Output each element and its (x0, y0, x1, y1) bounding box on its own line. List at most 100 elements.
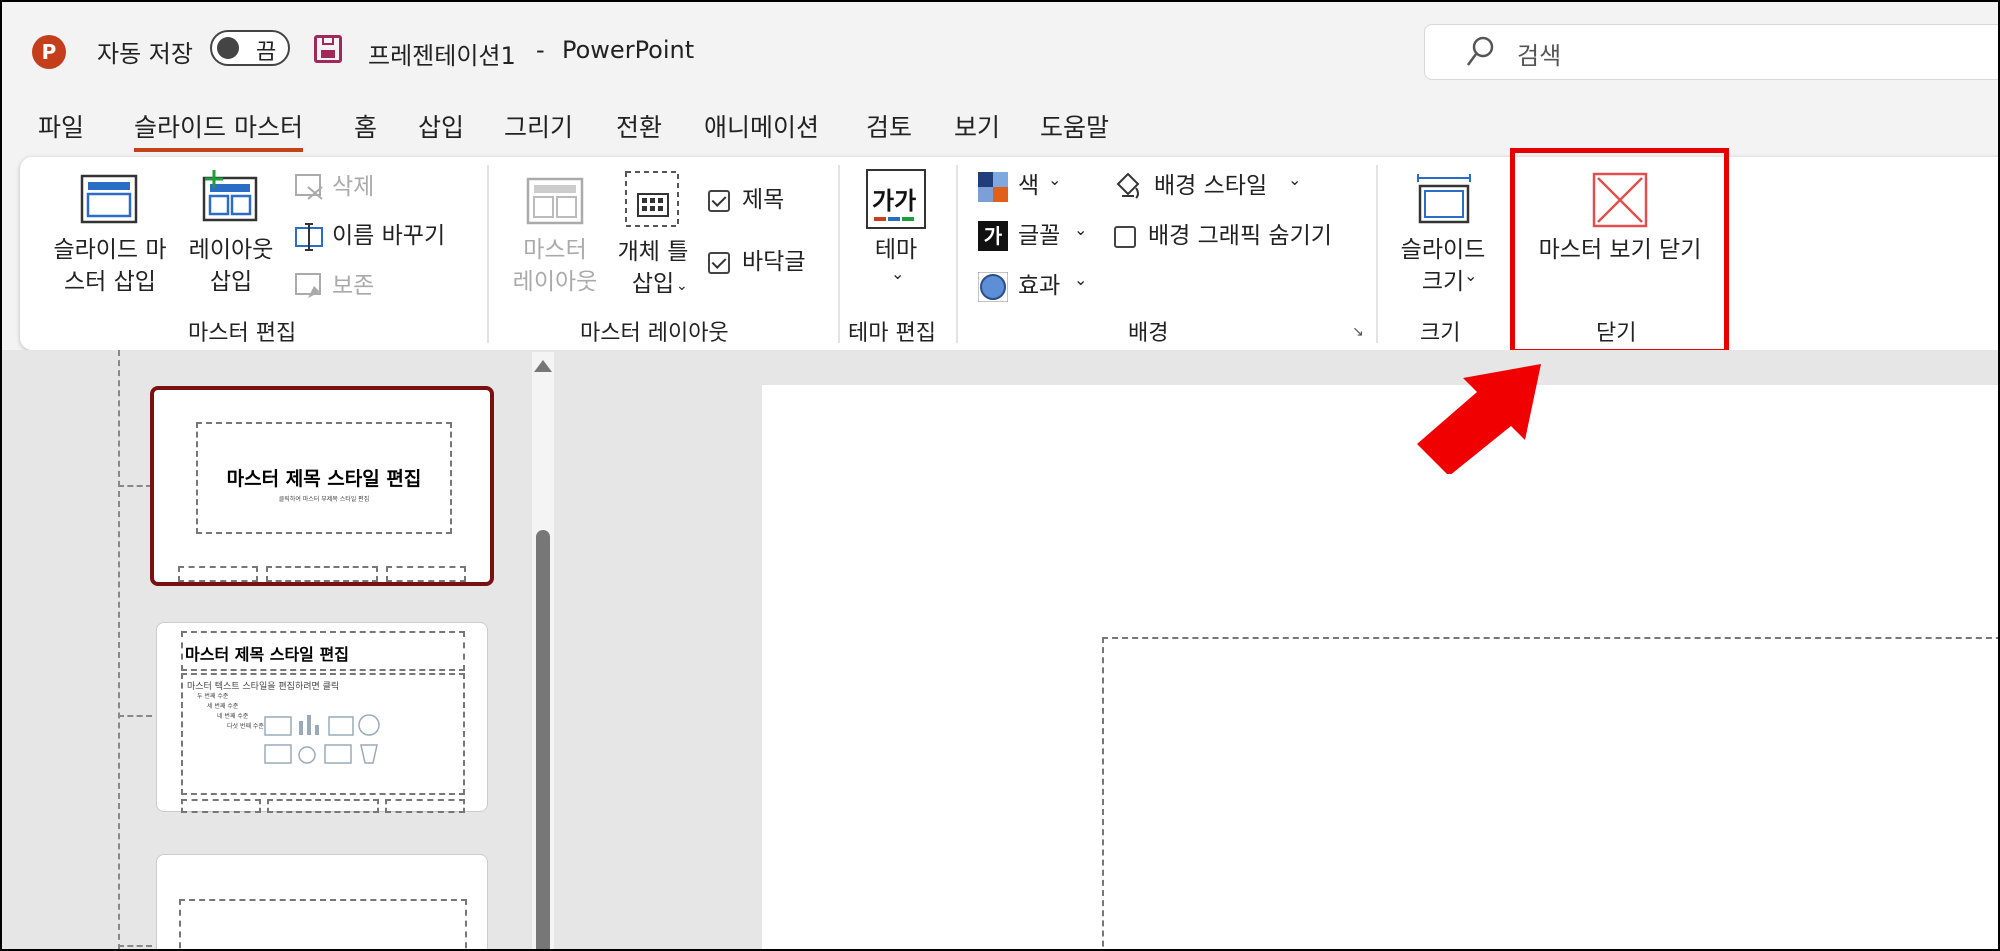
ribbon-separator (956, 165, 958, 343)
slide-size-line1: 슬라이드 (1400, 237, 1486, 263)
tab-home[interactable]: 홈 (354, 108, 377, 144)
title-separator: - (536, 36, 545, 64)
thumbnail-text-level-3: 세 번째 수준 (207, 703, 239, 710)
insert-placeholder-icon (625, 171, 679, 227)
layout-thumbnail[interactable] (156, 854, 488, 949)
rename-icon (295, 223, 323, 251)
fonts-button[interactable]: 글꼴 (1018, 220, 1060, 252)
thumbnail-title: 마스터 제목 스타일 편집 (185, 645, 349, 664)
close-highlight-box (1510, 148, 1729, 354)
content-type-icons (264, 714, 380, 764)
ribbon-separator (487, 165, 489, 343)
thumbnail-text-level-5: 다섯 번째 수준 (227, 723, 264, 730)
hide-background-checkbox[interactable] (1114, 226, 1136, 248)
theme-icon: 가가 (866, 169, 926, 229)
chevron-down-icon: ⌄ (1288, 170, 1302, 189)
effects-button[interactable]: 효과 (1018, 270, 1060, 302)
search-icon (1466, 36, 1494, 66)
insert-layout-button[interactable]: 레이아웃 삽입 (178, 234, 284, 298)
chevron-down-icon: ⌄ (1048, 170, 1062, 189)
thumbnail-date-placeholder (181, 799, 261, 813)
rename-button[interactable]: 이름 바꾸기 (332, 220, 445, 252)
insert-layout-line1: 레이아웃 (188, 237, 274, 263)
colors-icon (978, 172, 1008, 202)
search-placeholder: 검색 (1517, 42, 1562, 70)
slide-master-thumbnail[interactable]: 마스터 제목 스타일 편집 클릭하여 마스터 부제목 스타일 편집 (150, 386, 494, 586)
search-input[interactable]: 검색 (1424, 24, 1998, 80)
layout-thumbnail[interactable]: 마스터 제목 스타일 편집 마스터 텍스트 스타일을 편집하려면 클릭 두 번째… (156, 622, 488, 813)
title-placeholder[interactable] (1102, 637, 1998, 949)
insert-master-line2: 스터 삽입 (64, 269, 156, 295)
scroll-up-arrow-icon[interactable] (534, 360, 552, 372)
dialog-launcher-icon[interactable]: ↘ (1352, 324, 1364, 340)
group-label-master-edit: 마스터 편집 (188, 321, 297, 346)
file-name: 프레젠테이션1 (368, 42, 516, 70)
red-arrow-annotation-icon (1417, 364, 1541, 474)
chevron-down-icon: ⌄ (1464, 266, 1478, 285)
footer-checkbox-label: 바닥글 (742, 249, 806, 275)
thumbnail-text-level-2: 두 번째 수준 (197, 693, 229, 700)
toggle-knob-icon (217, 37, 239, 59)
tab-slide-master[interactable]: 슬라이드 마스터 (134, 108, 303, 152)
save-icon[interactable] (314, 35, 342, 63)
slide-size-icon (1417, 174, 1471, 224)
tab-help[interactable]: 도움말 (1040, 108, 1109, 144)
slide-size-button[interactable]: 슬라이드 크기 (1390, 234, 1496, 298)
scrollbar-thumb[interactable] (536, 530, 550, 949)
background-styles-icon (1116, 172, 1140, 199)
thumbnail-date-placeholder (178, 566, 258, 582)
insert-layout-icon (202, 170, 258, 222)
delete-button[interactable]: 삭제 (332, 171, 374, 203)
title-checkbox-label: 제목 (742, 187, 785, 213)
autosave-label: 자동 저장 (97, 40, 193, 68)
tree-line (118, 350, 120, 949)
title-bar: P 자동 저장 끔 프레젠테이션1 - PowerPoint 검색 (2, 2, 1998, 102)
ribbon-separator (1376, 165, 1378, 343)
insert-layout-line2: 삽입 (209, 269, 253, 295)
chevron-down-icon: ⌄ (676, 278, 688, 294)
autosave-toggle[interactable]: 끔 (210, 30, 290, 66)
preserve-icon (295, 273, 321, 298)
tab-review[interactable]: 검토 (866, 108, 912, 144)
theme-icon-text: 가가 (872, 187, 917, 215)
tree-line (118, 485, 152, 487)
insert-placeholder-line1: 개체 틀 (617, 239, 689, 265)
master-layout-icon (526, 177, 584, 225)
insert-master-line1: 슬라이드 마 (53, 237, 167, 263)
insert-slide-master-button[interactable]: 슬라이드 마 스터 삽입 (42, 234, 178, 298)
background-styles-button[interactable]: 배경 스타일 (1154, 170, 1267, 202)
slide-size-line2: 크기 (1421, 269, 1465, 295)
hide-background-label: 배경 그래픽 숨기기 (1148, 223, 1332, 249)
ribbon-separator (838, 165, 840, 343)
thumbnail-number-placeholder (386, 566, 466, 582)
group-label-background: 배경 (1128, 321, 1169, 346)
tab-draw[interactable]: 그리기 (504, 108, 573, 144)
colors-button[interactable]: 색 (1018, 170, 1039, 202)
tab-view[interactable]: 보기 (954, 108, 1000, 144)
thumbnail-subtitle: 클릭하여 마스터 부제목 스타일 편집 (278, 496, 370, 503)
fonts-icon: 가 (978, 221, 1008, 251)
thumbnail-footer-placeholder (266, 566, 378, 582)
footer-checkbox[interactable] (708, 252, 730, 274)
delete-icon (295, 174, 323, 200)
thumbnail-text-level-4: 네 번째 수준 (217, 713, 249, 720)
title-checkbox[interactable] (708, 190, 730, 212)
powerpoint-window: P 자동 저장 끔 프레젠테이션1 - PowerPoint 검색 파일 슬라이… (0, 0, 2000, 951)
master-layout-line1: 마스터 (523, 237, 587, 263)
tab-file[interactable]: 파일 (38, 108, 84, 144)
thumbnail-title: 마스터 제목 스타일 편집 (226, 468, 422, 490)
tab-animations[interactable]: 애니메이션 (704, 108, 819, 144)
app-name: PowerPoint (562, 36, 695, 64)
chevron-down-icon: ⌄ (1074, 270, 1088, 289)
preserve-button[interactable]: 보존 (332, 270, 374, 302)
main-slide-canvas[interactable] (762, 385, 1998, 949)
insert-slide-master-icon (80, 174, 138, 224)
powerpoint-logo-icon: P (32, 35, 66, 69)
tab-insert[interactable]: 삽입 (418, 108, 464, 144)
tab-transitions[interactable]: 전환 (616, 108, 662, 144)
chevron-down-icon: ⌄ (891, 264, 905, 283)
master-layout-button[interactable]: 마스터 레이아웃 (502, 234, 608, 298)
theme-button[interactable]: 테마 (864, 234, 928, 266)
group-label-master-layout: 마스터 레이아웃 (580, 321, 729, 346)
thumbnail-title-placeholder (179, 899, 467, 949)
